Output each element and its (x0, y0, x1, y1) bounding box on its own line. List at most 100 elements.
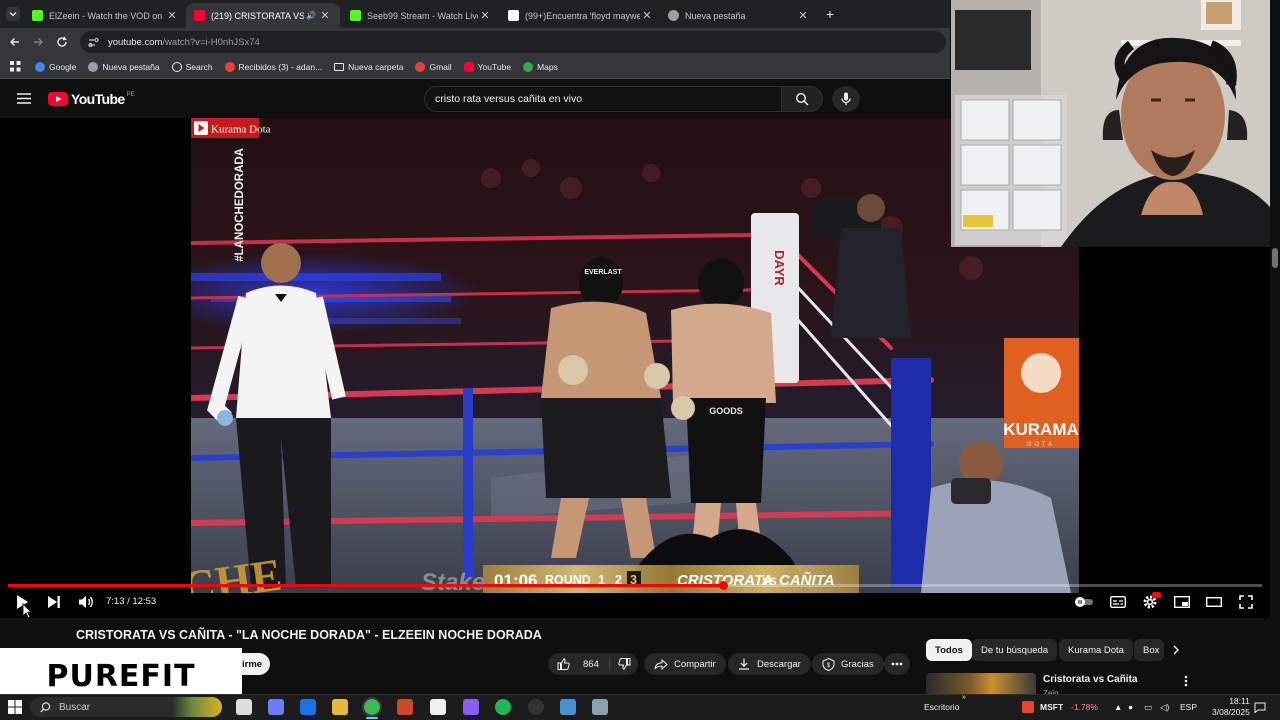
download-button[interactable]: Descargar (728, 653, 811, 675)
notifications-button[interactable] (1254, 702, 1266, 713)
close-icon[interactable]: ✕ (796, 9, 810, 22)
desktop-label[interactable]: Escritorio (924, 702, 959, 712)
theater-mode-button[interactable] (1204, 592, 1224, 612)
miniplayer-button[interactable] (1172, 592, 1192, 612)
filter-chip[interactable]: Todos (926, 639, 972, 661)
video-frame[interactable]: DAYR EVERLAST GOODS CHE Kurama Dota #LAN… (191, 118, 1079, 593)
like-button[interactable]: 864 (548, 657, 610, 671)
related-video-menu-button[interactable] (1184, 675, 1188, 687)
reload-icon[interactable] (56, 36, 68, 48)
spotify-icon[interactable] (495, 699, 511, 715)
outlook-icon[interactable] (300, 699, 316, 715)
microphone-tray-icon[interactable]: ● (1128, 702, 1133, 712)
new-tab-button[interactable]: + (822, 6, 838, 22)
tiktok-icon (508, 10, 519, 21)
share-button[interactable]: Compartir (644, 653, 726, 675)
corner-pad-text: DAYR (772, 250, 787, 286)
close-icon[interactable]: ✕ (478, 9, 492, 22)
chrome-icon[interactable] (362, 697, 382, 717)
volume-button[interactable] (76, 592, 96, 612)
browser-tab-strip: ElZeein - Watch the VOD on Ki ✕ (219) CRIS… (0, 0, 950, 28)
overflow-chevron-icon[interactable]: » (962, 694, 966, 701)
fullscreen-button[interactable] (1236, 592, 1256, 612)
browser-tab[interactable]: Seeb99 Stream - Watch Live on✕ (342, 3, 500, 28)
thanks-label: Gracias (841, 658, 874, 670)
related-video-thumbnail[interactable] (926, 673, 1036, 694)
sound-app-icon[interactable] (592, 699, 608, 715)
media-app-icon[interactable] (560, 699, 576, 715)
streamer-webcam (951, 0, 1280, 247)
channel-watermark: Kurama Dota (211, 124, 271, 136)
copilot-icon[interactable] (268, 699, 284, 715)
skip-next-icon (48, 596, 60, 608)
theater-mode-icon (1206, 597, 1222, 607)
next-button[interactable] (44, 592, 64, 612)
taskbar-clock[interactable]: 18:11 3/08/2025 (1212, 696, 1250, 718)
search-button[interactable] (781, 86, 823, 112)
back-arrow-icon[interactable] (9, 36, 21, 48)
discord-icon[interactable] (463, 699, 479, 715)
thumbs-down-icon (617, 658, 630, 670)
close-icon[interactable]: ✕ (318, 9, 332, 22)
voice-search-button[interactable] (832, 86, 860, 112)
related-video-title[interactable]: Cristorata vs Cañita (1043, 674, 1137, 685)
thanks-button[interactable]: $ Gracias (812, 653, 884, 675)
browser-tab[interactable]: ElZeein - Watch the VOD on Ki ✕ (24, 3, 187, 28)
close-icon[interactable]: ✕ (165, 9, 179, 22)
powerpoint-icon[interactable] (397, 699, 413, 715)
stock-symbol[interactable]: MSFT (1040, 702, 1063, 712)
notepad-icon[interactable] (430, 699, 446, 715)
tab-search-button[interactable] (6, 7, 20, 21)
address-bar[interactable]: youtube.com/watch?v=i-H0nhJSx74 (80, 31, 946, 53)
close-icon[interactable]: ✕ (640, 9, 654, 22)
stock-widget-icon[interactable] (1022, 701, 1034, 713)
chips-next-button[interactable] (1170, 644, 1182, 656)
youtube-icon (194, 10, 205, 21)
language-indicator[interactable]: ESP (1180, 702, 1197, 712)
filter-chip[interactable]: De tu búsqueda (972, 639, 1058, 661)
subtitles-button[interactable] (1108, 592, 1128, 612)
taskbar-search[interactable]: Buscar (30, 697, 222, 717)
dislike-button[interactable] (610, 658, 638, 670)
browser-tab[interactable]: (219) CRISTORATA VS CAÑ🔊✕ (186, 3, 340, 28)
bookmark-item[interactable]: YouTube (463, 61, 511, 72)
progress-scrubber[interactable] (719, 581, 728, 590)
obs-icon[interactable] (528, 699, 544, 715)
start-button[interactable] (8, 700, 22, 714)
apps-grid-icon[interactable] (10, 61, 21, 72)
tray-overflow-icon[interactable]: ▲ (1114, 702, 1122, 712)
bookmark-item[interactable]: Google (35, 61, 77, 72)
search-input[interactable]: cristo rata versus cañita en vivo (424, 86, 782, 112)
bookmark-item[interactable]: Gmail (415, 61, 452, 72)
hamburger-menu-icon[interactable] (17, 93, 31, 104)
chevron-right-icon (1173, 645, 1179, 655)
search-highlight-image (172, 697, 222, 717)
speaker-icon[interactable]: ◁) (1160, 702, 1169, 713)
more-vertical-icon (1184, 675, 1188, 687)
file-explorer-icon[interactable] (332, 699, 348, 715)
settings-button[interactable] (1140, 592, 1161, 612)
glove-brand-text: EVERLAST (584, 269, 622, 276)
more-actions-button[interactable] (884, 653, 910, 675)
browser-tab[interactable]: (99+)Encuentra 'floyd mayweat ✕ (500, 3, 662, 28)
network-icon[interactable]: ▭ (1144, 702, 1152, 713)
filter-chip[interactable]: Kurama Dota (1059, 639, 1133, 661)
bookmark-item[interactable]: Nueva carpeta (334, 62, 403, 72)
tab-audio-icon[interactable]: 🔊 (304, 11, 318, 20)
scrollbar-thumb[interactable] (1272, 248, 1278, 268)
site-info-icon[interactable] (88, 37, 99, 48)
bookmark-item[interactable]: Maps (523, 61, 558, 72)
bookmark-label: Google (49, 61, 77, 72)
maps-icon (523, 61, 534, 72)
browser-tab[interactable]: Nueva pestaña ✕ (660, 3, 818, 28)
bookmark-item[interactable]: Recibidos (3) - adan... (224, 61, 322, 72)
bookmark-item[interactable]: Nueva pestaña (88, 61, 160, 72)
youtube-logo[interactable]: YouTube PE (48, 91, 135, 107)
page-scrollbar[interactable] (1270, 0, 1280, 694)
task-view-icon[interactable] (236, 699, 252, 715)
autoplay-toggle[interactable] (1072, 592, 1096, 612)
forward-arrow-icon[interactable] (32, 36, 44, 48)
bookmark-item[interactable]: Search (171, 61, 213, 72)
autoplay-toggle-icon (1075, 597, 1093, 607)
filter-chip[interactable]: Box (1134, 639, 1164, 661)
